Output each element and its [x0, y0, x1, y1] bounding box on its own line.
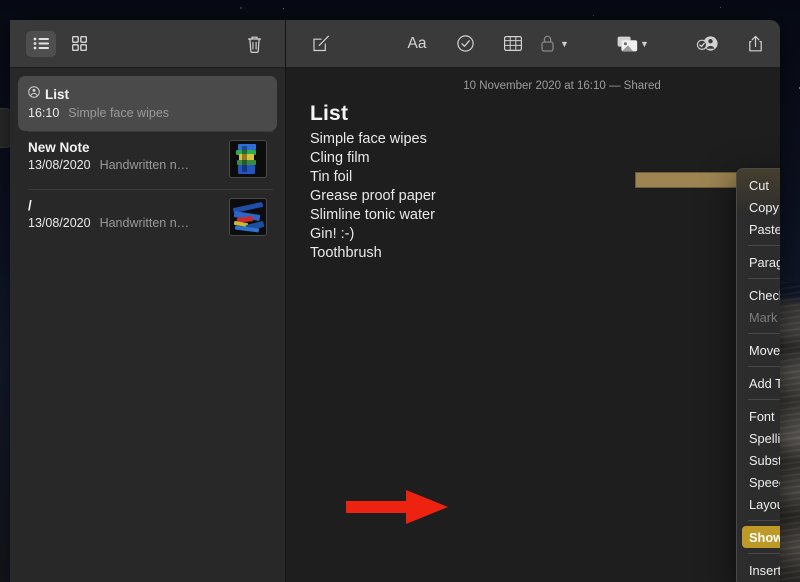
- note-date-header: 10 November 2020 at 16:10 — Shared: [286, 68, 780, 102]
- note-line: Cling film: [310, 149, 780, 168]
- menu-label: Add Table: [749, 376, 780, 391]
- menu-item-font[interactable]: Font ❯: [737, 405, 780, 427]
- trash-icon[interactable]: [239, 31, 269, 57]
- menu-item-checklist[interactable]: Checklist ⇧⌘L: [737, 284, 780, 306]
- menu-label: Copy: [749, 200, 780, 215]
- menu-label: Checklist: [749, 288, 780, 303]
- compose-note-icon[interactable]: [304, 30, 338, 58]
- menu-separator: [748, 553, 780, 554]
- list-item[interactable]: New Note 13/08/2020 Handwritten n…: [18, 131, 277, 189]
- notes-list[interactable]: List 16:10 Simple face wipes New Note 13…: [10, 68, 285, 582]
- menu-label: Font: [749, 409, 780, 424]
- menu-label: Spelling and Grammar: [749, 431, 780, 446]
- wallpaper-star: [720, 7, 721, 8]
- menu-separator: [748, 245, 780, 246]
- menu-label: Insert from iPhone or iPad: [749, 563, 780, 578]
- table-icon[interactable]: [496, 30, 530, 58]
- lock-icon[interactable]: [530, 30, 564, 58]
- menu-label: Paragraph Styles: [749, 255, 780, 270]
- note-snippet: Handwritten n…: [100, 216, 190, 230]
- menu-label: Speech: [749, 475, 780, 490]
- wallpaper-star: [283, 8, 284, 9]
- menu-item-layout-orientation[interactable]: Layout Orientation ❯: [737, 493, 780, 515]
- wallpaper-star: [593, 15, 594, 16]
- collaborate-icon[interactable]: [690, 30, 724, 58]
- shared-person-icon: [28, 85, 40, 103]
- wallpaper-star: [240, 7, 242, 9]
- menu-item-speech[interactable]: Speech ❯: [737, 471, 780, 493]
- menu-label: Show Note with Light Background: [749, 530, 780, 545]
- menu-label: Mark as Ticked: [749, 310, 780, 325]
- note-line: Simple face wipes: [310, 130, 780, 149]
- note-line: Toothbrush: [310, 244, 780, 263]
- note-title: List: [45, 87, 69, 102]
- note-date: 13/08/2020: [28, 216, 91, 230]
- note-line: Gin! :-): [310, 225, 780, 244]
- note-heading: List: [310, 102, 780, 126]
- gallery-view-button[interactable]: [64, 31, 94, 57]
- note-title: New Note: [28, 140, 90, 155]
- note-line: Slimline tonic water: [310, 206, 780, 225]
- menu-item-copy[interactable]: Copy: [737, 196, 780, 218]
- menu-item-spelling-and-grammar[interactable]: Spelling and Grammar ❯: [737, 427, 780, 449]
- note-date: 13/08/2020: [28, 158, 91, 172]
- menu-separator: [748, 520, 780, 521]
- checklist-icon[interactable]: [448, 30, 482, 58]
- list-view-button[interactable]: [26, 31, 56, 57]
- menu-separator: [748, 278, 780, 279]
- chevron-down-icon[interactable]: ▼: [640, 39, 652, 49]
- note-item-text: / 13/08/2020 Handwritten n…: [28, 198, 221, 230]
- note-snippet: Simple face wipes: [68, 106, 169, 120]
- media-icon[interactable]: [610, 30, 644, 58]
- menu-label: Layout Orientation: [749, 497, 780, 512]
- note-title: /: [28, 198, 32, 213]
- menu-separator: [748, 399, 780, 400]
- note-thumbnail: [229, 140, 267, 178]
- editor-toolbar: Aa: [286, 20, 780, 68]
- notes-sidebar: List 16:10 Simple face wipes New Note 13…: [10, 20, 286, 582]
- menu-item-move-list-item[interactable]: Move List Item ❯: [737, 339, 780, 361]
- note-item-text: New Note 13/08/2020 Handwritten n…: [28, 140, 221, 172]
- menu-item-paste[interactable]: Paste: [737, 218, 780, 240]
- menu-label: Move List Item: [749, 343, 780, 358]
- menu-separator: [748, 333, 780, 334]
- menu-item-insert-from-iphone-or-ipad[interactable]: Insert from iPhone or iPad ❯: [737, 559, 780, 581]
- note-thumbnail: [229, 198, 267, 236]
- menu-item-show-note-with-light-background[interactable]: Show Note with Light Background: [742, 526, 780, 548]
- menu-item-add-table[interactable]: Add Table ⌥⌘T: [737, 372, 780, 394]
- note-line: Grease proof paper: [310, 187, 780, 206]
- text-selection-highlight: [635, 172, 747, 188]
- menu-item-paragraph-styles[interactable]: Paragraph Styles ❯: [737, 251, 780, 273]
- share-icon[interactable]: [738, 30, 772, 58]
- menu-label: Paste: [749, 222, 780, 237]
- menu-label: Substitutions: [749, 453, 780, 468]
- sidebar-toolbar: [10, 20, 285, 68]
- list-item[interactable]: / 13/08/2020 Handwritten n…: [18, 189, 277, 247]
- menu-label: Cut: [749, 178, 780, 193]
- note-item-text: List 16:10 Simple face wipes: [28, 85, 267, 120]
- menu-item-mark-as-ticked: Mark as Ticked ⇧⌘U: [737, 306, 780, 328]
- menu-item-cut[interactable]: Cut: [737, 174, 780, 196]
- note-snippet: Handwritten n…: [100, 158, 190, 172]
- context-menu[interactable]: Cut Copy Paste Paragraph Styles ❯ Checkl…: [736, 168, 780, 582]
- format-label: Aa: [408, 35, 427, 53]
- menu-separator: [748, 366, 780, 367]
- format-text-icon[interactable]: Aa: [400, 30, 434, 58]
- menu-item-substitutions[interactable]: Substitutions ❯: [737, 449, 780, 471]
- note-date: 16:10: [28, 106, 59, 120]
- chevron-down-icon[interactable]: ▼: [560, 39, 572, 49]
- list-item[interactable]: List 16:10 Simple face wipes: [18, 76, 277, 131]
- red-pointer-arrow: [340, 487, 452, 532]
